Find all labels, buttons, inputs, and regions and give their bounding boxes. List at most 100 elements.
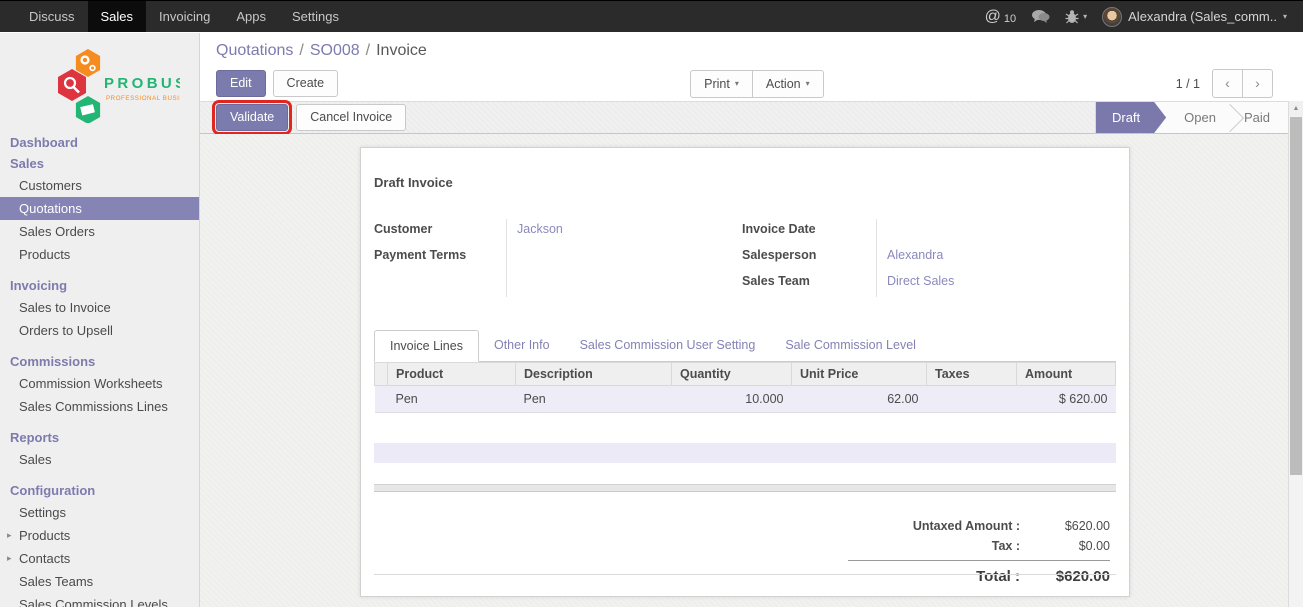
- grand-total-value: $620.00: [1032, 568, 1110, 585]
- invoice-sheet: Draft Invoice CustomerPayment Terms Jack…: [360, 147, 1130, 597]
- sheet-divider: [374, 574, 1116, 575]
- topbar-menu-sales[interactable]: Sales: [88, 1, 147, 32]
- app-window: DiscussSalesInvoicingAppsSettings @ 10: [0, 0, 1303, 607]
- breadcrumb-separator: /: [299, 42, 303, 59]
- app-logo: PROBUSE PROFESSIONAL BUSINESS: [20, 43, 180, 123]
- topbar: DiscussSalesInvoicingAppsSettings @ 10: [0, 0, 1303, 32]
- field-value-invoice-date: [887, 219, 1116, 245]
- chevron-down-icon: ▾: [806, 79, 810, 88]
- cell-unit-price[interactable]: 62.00: [792, 386, 927, 413]
- sidebar-item-commission-worksheets[interactable]: Commission Worksheets: [0, 372, 199, 395]
- table-header-row: ProductDescriptionQuantityUnit PriceTaxe…: [375, 363, 1116, 386]
- cell-description[interactable]: Pen: [516, 386, 672, 413]
- field-value-payment-terms: [517, 245, 742, 271]
- validate-button[interactable]: Validate: [216, 104, 288, 131]
- expand-icon[interactable]: ▸: [7, 530, 12, 541]
- field-label-sales-team: Sales Team: [742, 271, 876, 297]
- logo-title: PROBUSE: [104, 75, 180, 92]
- sidebar-item-sales-to-invoice[interactable]: Sales to Invoice: [0, 296, 199, 319]
- column-header-amount[interactable]: Amount: [1017, 363, 1116, 386]
- statusbar: Validate Cancel Invoice DraftOpenPaid: [200, 101, 1303, 134]
- bug-icon: [1065, 9, 1079, 25]
- field-value-salesperson[interactable]: Alexandra: [887, 245, 1116, 271]
- pager-previous-button[interactable]: ‹: [1212, 69, 1243, 98]
- sidebar-item-sales-teams[interactable]: Sales Teams: [0, 570, 199, 593]
- sidebar-item-settings[interactable]: Settings: [0, 501, 199, 524]
- sidebar-item-customers[interactable]: Customers: [0, 174, 199, 197]
- total-row-tax: Tax :$0.00: [848, 536, 1110, 556]
- column-header-product[interactable]: Product: [388, 363, 516, 386]
- sidebar: PROBUSE PROFESSIONAL BUSINESS DashboardS…: [0, 33, 200, 607]
- tab-other-info[interactable]: Other Info: [479, 330, 565, 362]
- print-action-group: Print▾ Action▾: [690, 70, 823, 98]
- total-value: $0.00: [1032, 539, 1110, 553]
- sidebar-header-configuration: Configuration: [0, 480, 199, 501]
- right-field-labels: Invoice DateSalespersonSales Team: [742, 219, 876, 297]
- field-value-customer[interactable]: Jackson: [517, 219, 742, 245]
- cell-amount[interactable]: $ 620.00: [1017, 386, 1116, 413]
- breadcrumb-separator: /: [366, 42, 370, 59]
- total-label: Untaxed Amount :: [848, 519, 1032, 533]
- topbar-menus: DiscussSalesInvoicingAppsSettings: [16, 1, 352, 32]
- edit-button[interactable]: Edit: [216, 70, 266, 97]
- tab-invoice-lines[interactable]: Invoice Lines: [374, 330, 479, 362]
- sidebar-nav: DashboardSalesCustomersQuotationsSales O…: [0, 132, 199, 607]
- cell-taxes[interactable]: [927, 386, 1017, 413]
- logo-hexagon-search: [58, 69, 86, 101]
- empty-line-row[interactable]: [374, 443, 1116, 463]
- tab-sales-commission-user-setting[interactable]: Sales Commission User Setting: [565, 330, 771, 362]
- scrollbar-up-arrow[interactable]: ▲: [1289, 101, 1303, 116]
- button-row: Edit Create Print▾ Action▾ 1 / 1 ‹ ›: [216, 69, 1287, 98]
- sidebar-item-quotations[interactable]: Quotations: [0, 197, 199, 220]
- sidebar-item-products[interactable]: ▸Products: [0, 524, 199, 547]
- sidebar-item-sales-commissions-lines[interactable]: Sales Commissions Lines: [0, 395, 199, 418]
- field-label-salesperson: Salesperson: [742, 245, 876, 271]
- sidebar-item-orders-to-upsell[interactable]: Orders to Upsell: [0, 319, 199, 342]
- column-header-unit-price[interactable]: Unit Price: [792, 363, 927, 386]
- state-draft[interactable]: Draft: [1096, 102, 1166, 133]
- cell-quantity[interactable]: 10.000: [672, 386, 792, 413]
- total-value: $620.00: [1032, 519, 1110, 533]
- column-header-description[interactable]: Description: [516, 363, 672, 386]
- column-header-taxes[interactable]: Taxes: [927, 363, 1017, 386]
- sidebar-item-sales-commission-levels[interactable]: Sales Commission Levels: [0, 593, 199, 607]
- user-menu[interactable]: Alexandra (Sales_comm.. ▾: [1102, 7, 1287, 27]
- cancel-invoice-button[interactable]: Cancel Invoice: [296, 104, 406, 131]
- horizontal-scrollbar[interactable]: [374, 484, 1116, 492]
- messages-button[interactable]: [1031, 9, 1050, 24]
- breadcrumb-quotations[interactable]: Quotations: [216, 42, 293, 59]
- scrollbar-thumb[interactable]: [1290, 117, 1302, 475]
- table-body: PenPen10.00062.00$ 620.00: [375, 386, 1116, 413]
- action-button[interactable]: Action▾: [752, 70, 824, 98]
- cell-product[interactable]: Pen: [388, 386, 516, 413]
- create-button[interactable]: Create: [273, 70, 339, 97]
- row-handle: [375, 386, 388, 413]
- status-stepper: DraftOpenPaid: [1095, 102, 1288, 133]
- sidebar-item-sales-orders[interactable]: Sales Orders: [0, 220, 199, 243]
- pager-label: 1 / 1: [1176, 77, 1200, 91]
- print-button[interactable]: Print▾: [690, 70, 753, 98]
- vertical-scrollbar[interactable]: ▲: [1288, 101, 1303, 607]
- topbar-menu-discuss[interactable]: Discuss: [16, 1, 88, 32]
- topbar-right: @ 10 ▾ Alexa: [985, 1, 1303, 32]
- tab-sale-commission-level[interactable]: Sale Commission Level: [770, 330, 931, 362]
- sidebar-item-sales[interactable]: Sales: [0, 448, 199, 471]
- left-field-values: Jackson: [506, 219, 742, 297]
- topbar-menu-invoicing[interactable]: Invoicing: [146, 1, 223, 32]
- mentions-button[interactable]: @ 10: [985, 9, 1017, 25]
- pager-next-button[interactable]: ›: [1242, 69, 1273, 98]
- expand-icon[interactable]: ▸: [7, 553, 12, 564]
- sidebar-item-products[interactable]: Products: [0, 243, 199, 266]
- topbar-menu-settings[interactable]: Settings: [279, 1, 352, 32]
- user-name: Alexandra (Sales_comm..: [1128, 9, 1277, 24]
- notebook-tabs: Invoice LinesOther InfoSales Commission …: [374, 330, 1116, 362]
- main-panel: Quotations/SO008/Invoice Edit Create Pri…: [200, 33, 1303, 607]
- field-group-left: CustomerPayment Terms Jackson: [374, 219, 742, 297]
- topbar-menu-apps[interactable]: Apps: [223, 1, 279, 32]
- column-header-quantity[interactable]: Quantity: [672, 363, 792, 386]
- breadcrumb-so008[interactable]: SO008: [310, 42, 360, 59]
- debug-menu-button[interactable]: ▾: [1065, 9, 1087, 25]
- field-value-sales-team[interactable]: Direct Sales: [887, 271, 1116, 297]
- table-row[interactable]: PenPen10.00062.00$ 620.00: [375, 386, 1116, 413]
- sidebar-item-contacts[interactable]: ▸Contacts: [0, 547, 199, 570]
